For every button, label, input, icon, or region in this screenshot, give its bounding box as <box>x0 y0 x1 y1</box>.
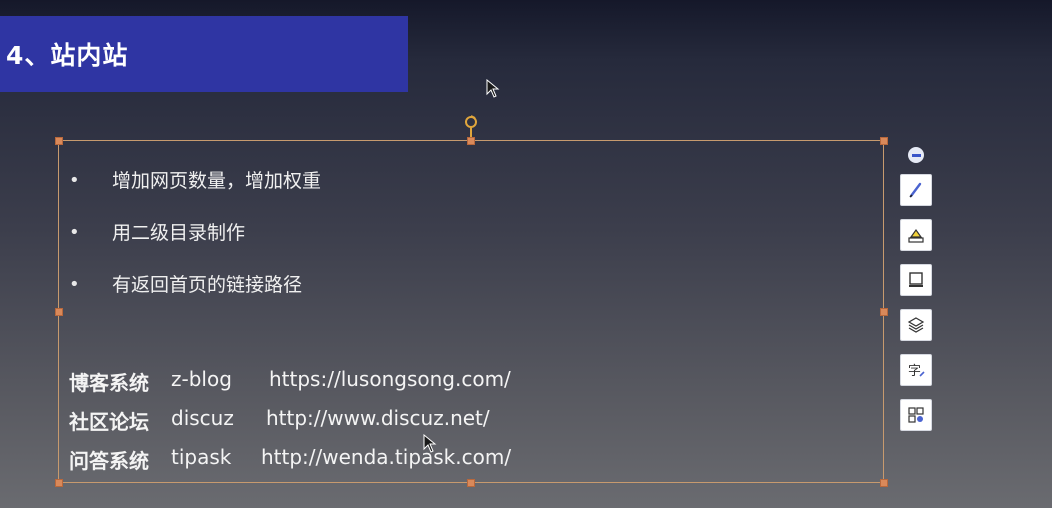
puzzle-icon <box>908 407 924 423</box>
bullet-dot: • <box>69 170 80 191</box>
resize-handle-top-right[interactable] <box>880 137 888 145</box>
resize-handle-top[interactable] <box>467 137 475 145</box>
layers-button[interactable] <box>900 309 932 341</box>
mouse-cursor-icon <box>423 434 437 453</box>
highlighter-icon <box>908 228 924 243</box>
bullet-text: 用二级目录制作 <box>112 222 246 244</box>
site-url: http://wenda.tipask.com/ <box>261 445 512 469</box>
bullet-text: 有返回首页的链接路径 <box>112 274 303 296</box>
site-url: https://lusongsong.com/ <box>269 367 511 391</box>
puzzle-button[interactable] <box>900 399 932 431</box>
bullet-dot: • <box>69 274 80 295</box>
site-category: 社区论坛 <box>69 410 149 434</box>
mouse-cursor-icon <box>486 79 500 98</box>
bullet-dot: • <box>69 222 80 243</box>
pen-icon <box>909 182 922 198</box>
pen-button[interactable] <box>900 174 932 206</box>
resize-handle-bottom-right[interactable] <box>880 479 888 487</box>
site-system: z-blog <box>171 367 232 391</box>
text-style-glyph: 字 <box>908 364 921 379</box>
site-system: tipask <box>171 445 232 469</box>
resize-handle-bottom-left[interactable] <box>55 479 63 487</box>
highlighter-button[interactable] <box>900 219 932 251</box>
layers-icon <box>907 317 925 333</box>
site-category: 博客系统 <box>69 371 149 395</box>
screen-icon <box>909 272 923 287</box>
text-style-button[interactable]: 字 <box>900 354 932 386</box>
resize-handle-top-left[interactable] <box>55 137 63 145</box>
text-style-icon: 字 <box>908 364 925 379</box>
resize-handle-left[interactable] <box>55 308 63 316</box>
resize-handle-bottom[interactable] <box>467 479 475 487</box>
slide-title-banner: 4、站内站 <box>0 16 408 92</box>
selected-text-box[interactable]: • 增加网页数量，增加权重 • 用二级目录制作 • 有返回首页的链接路径 博客系… <box>58 140 884 483</box>
slide-title: 4、站内站 <box>6 41 129 70</box>
screen-button[interactable] <box>900 264 932 296</box>
site-category: 问答系统 <box>69 449 149 473</box>
minus-icon[interactable] <box>908 147 924 163</box>
site-system: discuz <box>171 406 234 430</box>
bullet-text: 增加网页数量，增加权重 <box>112 170 322 192</box>
site-url: http://www.discuz.net/ <box>266 406 490 430</box>
resize-handle-right[interactable] <box>880 308 888 316</box>
